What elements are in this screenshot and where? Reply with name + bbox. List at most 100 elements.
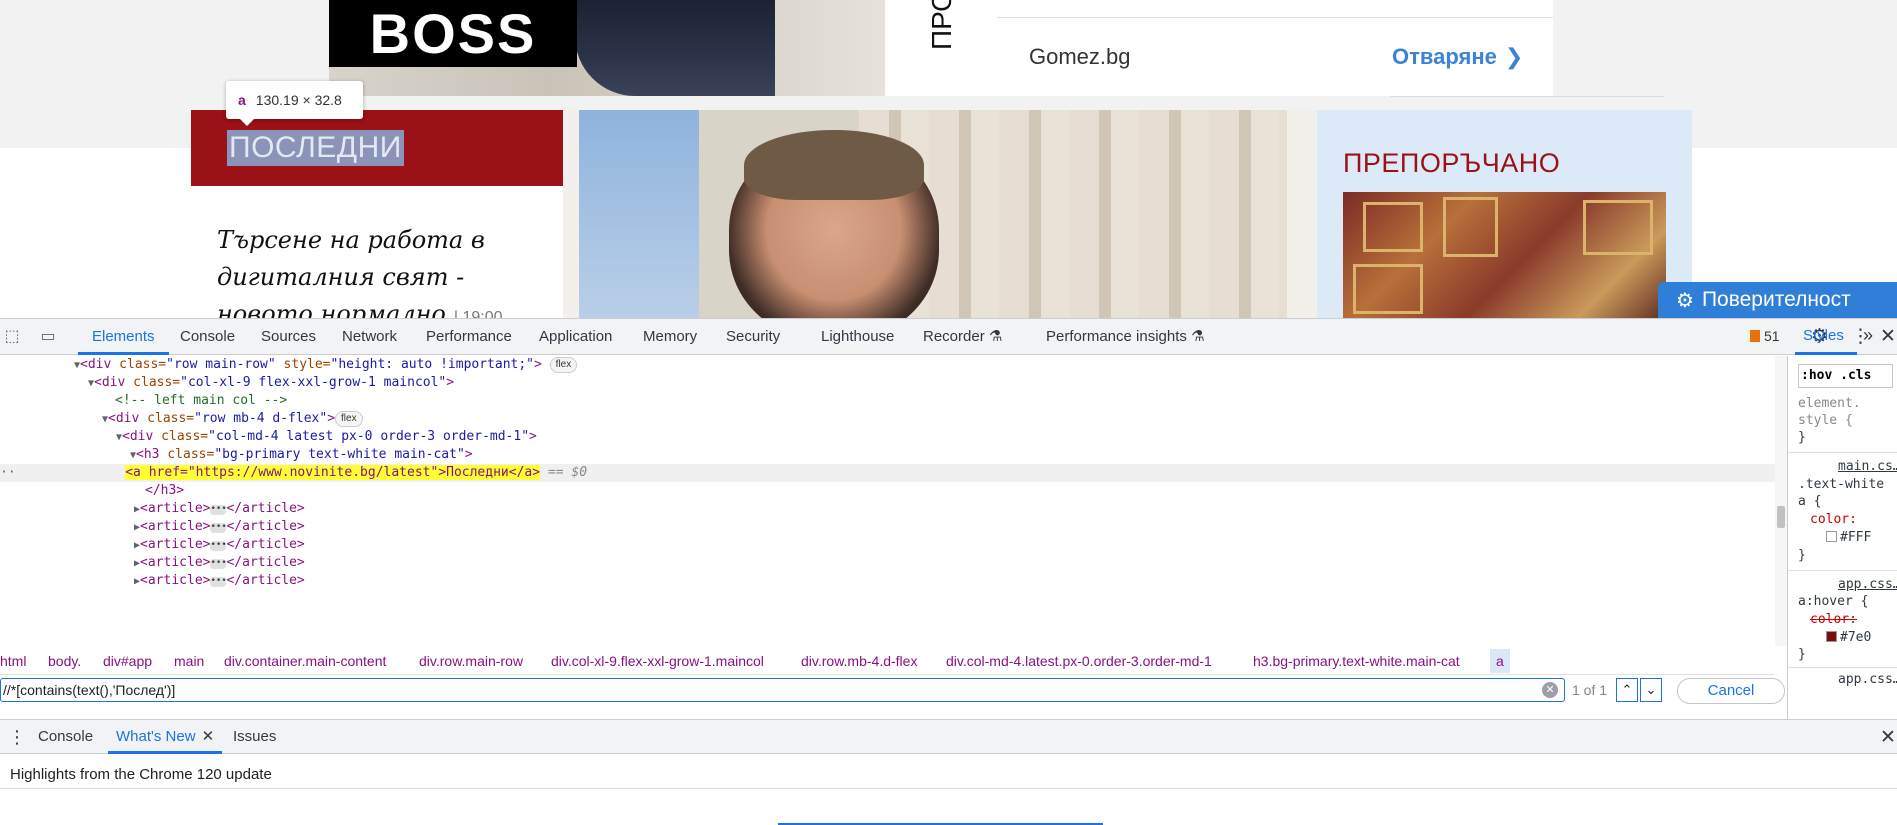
dom-close-h3[interactable]: </h3> xyxy=(145,482,184,500)
ellipsis-icon[interactable]: ••• xyxy=(210,523,227,533)
ellipsis-icon[interactable]: ••• xyxy=(210,577,227,587)
breadcrumb-item[interactable]: div.row.main-row xyxy=(419,649,523,673)
tab-elements[interactable]: Elements xyxy=(78,319,169,355)
scrollbar-thumb[interactable] xyxy=(1777,506,1785,528)
color-swatch[interactable] xyxy=(1826,531,1837,542)
ellipsis-icon[interactable]: ••• xyxy=(210,505,227,515)
inspect-element-icon[interactable]: ⬚ xyxy=(2,327,22,347)
painting-frame xyxy=(1583,200,1653,255)
tab-console[interactable]: Console xyxy=(180,319,235,355)
dom-search-input[interactable]: //*[contains(text(),'Послед')] xyxy=(0,678,1565,702)
drawer-tabbar: ⋮ Console What's New ✕ Issues ✕ xyxy=(0,719,1897,754)
drawer-tab-whats-new-label: What's New xyxy=(116,728,196,745)
dom-node-maincol[interactable]: ▼<div class="col-xl-9 flex-xxl-grow-1 ma… xyxy=(88,374,454,392)
css-value[interactable]: #FFF xyxy=(1826,530,1871,545)
ellipsis-icon[interactable]: ••• xyxy=(210,541,227,551)
recommended-photo[interactable] xyxy=(1343,192,1666,318)
dom-comment[interactable]: <!-- left main col --> xyxy=(115,392,287,410)
dom-tag: <h3 xyxy=(136,447,168,462)
dom-tree[interactable]: ▼<div class="row main-row" style="height… xyxy=(0,356,1775,646)
search-prev-button[interactable]: ⌃ xyxy=(1616,678,1638,702)
drawer-tab-console[interactable]: Console xyxy=(38,720,93,754)
ellipsis-icon[interactable]: ••• xyxy=(210,559,227,569)
dom-attr-value: "col-xl-9 flex-xxl-grow-1 maincol" xyxy=(180,375,447,390)
issues-counter[interactable]: 51 xyxy=(1750,328,1780,344)
css-value[interactable]: #7e0 xyxy=(1826,630,1871,645)
rule-source-link[interactable]: main.cs… xyxy=(1838,459,1897,474)
dom-node-article[interactable]: ▶<article>•••</article> xyxy=(134,500,305,518)
dom-node-row-mb4[interactable]: ▼<div class="row mb-4 d-flex"> flex xyxy=(102,410,363,428)
hov-cls-filter[interactable]: :hov .cls xyxy=(1798,364,1893,388)
dom-attr: class= xyxy=(119,357,167,372)
search-cancel-button[interactable]: Cancel xyxy=(1677,678,1785,704)
close-brace: } xyxy=(1798,430,1806,445)
css-property[interactable]: color: xyxy=(1810,512,1857,527)
devtools-panel: ⬚ ▭ Elements Console Sources Network Per… xyxy=(0,318,1897,825)
dom-node-article[interactable]: ▶<article>•••</article> xyxy=(134,572,305,590)
tab-security[interactable]: Security xyxy=(726,319,780,355)
dom-node-selected[interactable]: ·· <a href="https://www.novinite.bg/late… xyxy=(0,464,1775,482)
tooltip-size: 130.19 × 32.8 xyxy=(255,92,342,108)
tab-lighthouse[interactable]: Lighthouse xyxy=(821,319,894,355)
dom-tag: <article> xyxy=(140,573,211,588)
tab-memory[interactable]: Memory xyxy=(643,319,697,355)
breadcrumb-item-selected[interactable]: a xyxy=(1490,649,1510,673)
breadcrumb-item[interactable]: div.row.mb-4.d-flex xyxy=(801,649,917,673)
privacy-button[interactable]: ⚙ Поверителност xyxy=(1658,282,1897,318)
dom-attr-value: "row main-row" xyxy=(166,357,276,372)
search-match-count: 1 of 1 xyxy=(1572,682,1608,698)
flex-badge[interactable]: flex xyxy=(549,357,578,373)
painting-frame xyxy=(1443,197,1498,257)
dom-node-latest-col[interactable]: ▼<div class="col-md-4 latest px-0 order-… xyxy=(116,428,537,446)
dom-node-article[interactable]: ▶<article>•••</article> xyxy=(134,518,305,536)
column-gap-right xyxy=(1287,110,1317,318)
article-title[interactable]: Търсене на работа в дигиталния свят - но… xyxy=(217,226,485,318)
flex-badge[interactable]: flex xyxy=(335,411,363,427)
website-viewport: BOSS ПРО Gomez.bg Отваряне ❯ ПОСЛЕДНИ a 1… xyxy=(0,0,1897,318)
dom-scrollbar[interactable] xyxy=(1775,356,1787,646)
close-drawer-icon[interactable]: ✕ xyxy=(1880,726,1896,749)
breadcrumb-item[interactable]: html xyxy=(0,649,26,673)
tab-network[interactable]: Network xyxy=(342,319,397,355)
ad-bottom-rule xyxy=(1390,96,1664,97)
breadcrumb-item[interactable]: div#app xyxy=(103,649,152,673)
tab-application[interactable]: Application xyxy=(539,319,612,355)
main-news-photo[interactable] xyxy=(579,110,1287,318)
rule-source-link[interactable]: app.css… xyxy=(1838,672,1897,687)
tab-recorder[interactable]: Recorder ⚗ xyxy=(923,319,1002,355)
rule-source-link[interactable]: app.css… xyxy=(1838,577,1897,592)
device-toolbar-icon[interactable]: ▭ xyxy=(38,327,58,347)
tab-performance-insights[interactable]: Performance insights ⚗ xyxy=(1046,319,1205,355)
breadcrumb-item[interactable]: div.col-md-4.latest.px-0.order-3.order-m… xyxy=(946,649,1212,673)
latest-category-link[interactable]: ПОСЛЕДНИ xyxy=(227,130,404,166)
drawer-tab-issues[interactable]: Issues xyxy=(233,720,276,754)
dom-node-h3[interactable]: ▼<h3 class="bg-primary text-white main-c… xyxy=(130,446,473,464)
tab-performance[interactable]: Performance xyxy=(426,319,512,355)
more-tabs-icon[interactable]: » xyxy=(1863,325,1873,346)
dom-attr: class= xyxy=(133,375,181,390)
clear-search-icon[interactable]: ✕ xyxy=(1542,682,1558,698)
search-next-button[interactable]: ⌄ xyxy=(1640,678,1662,702)
article-headline[interactable]: Търсене на работа в дигиталния свят - но… xyxy=(217,222,547,318)
breadcrumb-item[interactable]: div.col-xl-9.flex-xxl-grow-1.maincol xyxy=(551,649,764,673)
tab-sources[interactable]: Sources xyxy=(261,319,316,355)
ad-open-link[interactable]: Отваряне ❯ xyxy=(1392,44,1523,70)
dom-node-article[interactable]: ▶<article>•••</article> xyxy=(134,554,305,572)
css-property-overridden[interactable]: color: xyxy=(1810,612,1857,627)
dom-attr-value: "col-md-4 latest px-0 order-3 order-md-1… xyxy=(208,429,530,444)
dom-attr-value: "height: auto !important;" xyxy=(330,357,535,372)
close-tab-icon[interactable]: ✕ xyxy=(202,728,215,745)
breadcrumb-item[interactable]: body. xyxy=(48,649,81,673)
dom-node-article[interactable]: ▶<article>•••</article> xyxy=(134,536,305,554)
breadcrumb-item[interactable]: div.container.main-content xyxy=(224,649,386,673)
breadcrumb-item[interactable]: h3.bg-primary.text-white.main-cat xyxy=(1253,649,1460,673)
styles-pane[interactable]: :hov .cls element. style { } main.cs… .t… xyxy=(1787,356,1897,726)
tab-styles[interactable]: Styles xyxy=(1803,327,1844,344)
color-swatch[interactable] xyxy=(1826,631,1837,642)
recommended-heading: ПРЕПОРЪЧАНО xyxy=(1343,148,1561,178)
drawer-tab-whats-new[interactable]: What's New ✕ xyxy=(108,720,223,754)
breadcrumb-item[interactable]: main xyxy=(174,649,204,673)
selected-anchor[interactable]: <a href="https://www.novinite.bg/latest"… xyxy=(125,465,541,480)
drawer-menu-icon[interactable]: ⋮ xyxy=(8,728,26,746)
dom-node-main-row[interactable]: ▼<div class="row main-row" style="height… xyxy=(74,356,578,374)
